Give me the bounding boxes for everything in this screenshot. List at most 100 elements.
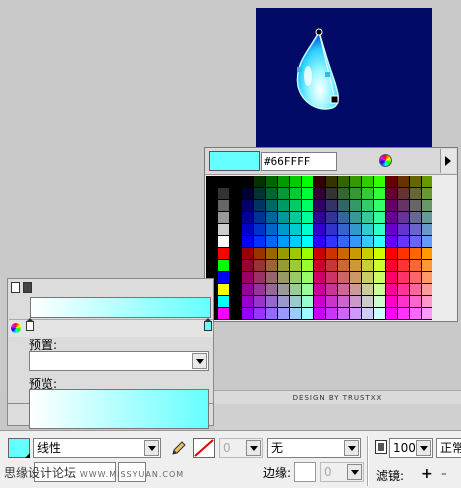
swatch-cell[interactable]	[374, 212, 385, 223]
swatch-cell[interactable]	[314, 188, 325, 199]
swatch-cell[interactable]	[290, 212, 301, 223]
swatch-cell[interactable]	[374, 188, 385, 199]
swatch-cell[interactable]	[290, 248, 301, 259]
swatch-cell[interactable]	[410, 188, 421, 199]
swatch-cell[interactable]	[242, 284, 253, 295]
swatch-cell[interactable]	[242, 272, 253, 283]
swatch-cell[interactable]	[254, 272, 265, 283]
swatch-cell[interactable]	[266, 260, 277, 271]
swatch-cell[interactable]	[314, 272, 325, 283]
swatch-cell[interactable]	[374, 176, 385, 187]
swatch-cell[interactable]	[398, 260, 409, 271]
stroke-width-field[interactable]: 0	[219, 438, 263, 458]
add-filter-button[interactable]: +	[421, 466, 433, 482]
swatch-cell[interactable]	[302, 200, 313, 211]
swatch-cell[interactable]	[326, 236, 337, 247]
color-wheel-icon[interactable]	[379, 154, 392, 167]
stroke-color-swatch[interactable]	[193, 438, 215, 458]
swatch-cell[interactable]	[278, 308, 289, 319]
swatch-cell[interactable]	[290, 188, 301, 199]
swatch-cell[interactable]	[314, 236, 325, 247]
swatch-cell[interactable]	[338, 308, 349, 319]
swatch-cell[interactable]	[386, 188, 397, 199]
chevron-down-icon[interactable]	[344, 440, 359, 456]
swatch-cell[interactable]	[218, 308, 229, 319]
swatch-cell[interactable]	[314, 248, 325, 259]
swatch-cell[interactable]	[350, 272, 361, 283]
swatch-cell[interactable]	[218, 296, 229, 307]
swatch-cell[interactable]	[386, 212, 397, 223]
swatch-cell[interactable]	[290, 224, 301, 235]
chevron-down-icon[interactable]	[246, 440, 261, 456]
swatch-cell[interactable]	[398, 212, 409, 223]
swatch-cell[interactable]	[266, 308, 277, 319]
swatch-cell[interactable]	[266, 176, 277, 187]
swatch-cell[interactable]	[362, 176, 373, 187]
swatch-cell[interactable]	[242, 296, 253, 307]
swatch-cell[interactable]	[386, 284, 397, 295]
swatch-cell[interactable]	[374, 296, 385, 307]
swatch-cell[interactable]	[350, 212, 361, 223]
swatch-cell[interactable]	[218, 188, 229, 199]
swatch-cell[interactable]	[422, 200, 432, 211]
swatch-cell[interactable]	[410, 248, 421, 259]
swatch-cell[interactable]	[338, 260, 349, 271]
swatch-cell[interactable]	[266, 200, 277, 211]
gradient-track[interactable]	[9, 319, 213, 337]
swatch-cell[interactable]	[302, 284, 313, 295]
swatch-cell[interactable]	[410, 236, 421, 247]
swatch-cell[interactable]	[422, 296, 432, 307]
swatch-cell[interactable]	[266, 248, 277, 259]
swatch-cell[interactable]	[398, 224, 409, 235]
swatch-cell[interactable]	[242, 308, 253, 319]
swatch-cell[interactable]	[290, 260, 301, 271]
swatch-cell[interactable]	[218, 200, 229, 211]
swatch-cell[interactable]	[398, 284, 409, 295]
swatch-cell[interactable]	[350, 260, 361, 271]
swatch-cell[interactable]	[362, 284, 373, 295]
alpha-field[interactable]: 100	[389, 438, 433, 458]
preset-select[interactable]	[29, 351, 209, 371]
swatch-cell[interactable]	[290, 296, 301, 307]
swatch-cell[interactable]	[254, 200, 265, 211]
swatch-cell[interactable]	[314, 260, 325, 271]
swatch-cell[interactable]	[350, 236, 361, 247]
swatch-cell[interactable]	[338, 212, 349, 223]
menu-arrow-icon[interactable]	[440, 149, 456, 173]
swatch-cell[interactable]	[242, 188, 253, 199]
swatch-cell[interactable]	[422, 236, 432, 247]
swatch-cell[interactable]	[242, 260, 253, 271]
swatch-cell[interactable]	[218, 212, 229, 223]
swatch-cell[interactable]	[350, 308, 361, 319]
swatch-cell[interactable]	[362, 224, 373, 235]
swatch-cell[interactable]	[266, 236, 277, 247]
swatch-cell[interactable]	[362, 272, 373, 283]
swatch-cell[interactable]	[254, 176, 265, 187]
swatch-cell[interactable]	[290, 176, 301, 187]
swatch-cell[interactable]	[398, 248, 409, 259]
swatch-cell[interactable]	[218, 284, 229, 295]
swatch-cell[interactable]	[386, 272, 397, 283]
swatch-cell[interactable]	[422, 188, 432, 199]
swatch-cell[interactable]	[314, 296, 325, 307]
swatch-cell[interactable]	[254, 224, 265, 235]
swatch-cell[interactable]	[338, 200, 349, 211]
swatch-cell[interactable]	[410, 224, 421, 235]
swatch-popup[interactable]: #66FFFF	[204, 147, 458, 322]
swatch-cell[interactable]	[266, 224, 277, 235]
swatch-cell[interactable]	[302, 296, 313, 307]
swatch-cell[interactable]	[326, 176, 337, 187]
swatch-cell[interactable]	[398, 272, 409, 283]
swatch-cell[interactable]	[374, 308, 385, 319]
swatch-cell[interactable]	[302, 260, 313, 271]
swatch-cell[interactable]	[386, 200, 397, 211]
swatch-cell[interactable]	[278, 248, 289, 259]
swatch-cell[interactable]	[326, 272, 337, 283]
swatch-cell[interactable]	[398, 296, 409, 307]
swatch-cell[interactable]	[338, 272, 349, 283]
swatch-cell[interactable]	[338, 224, 349, 235]
swatch-cell[interactable]	[302, 224, 313, 235]
stroke-style-select[interactable]: 无	[267, 438, 361, 458]
swatch-cell[interactable]	[362, 260, 373, 271]
swatch-cell[interactable]	[302, 176, 313, 187]
